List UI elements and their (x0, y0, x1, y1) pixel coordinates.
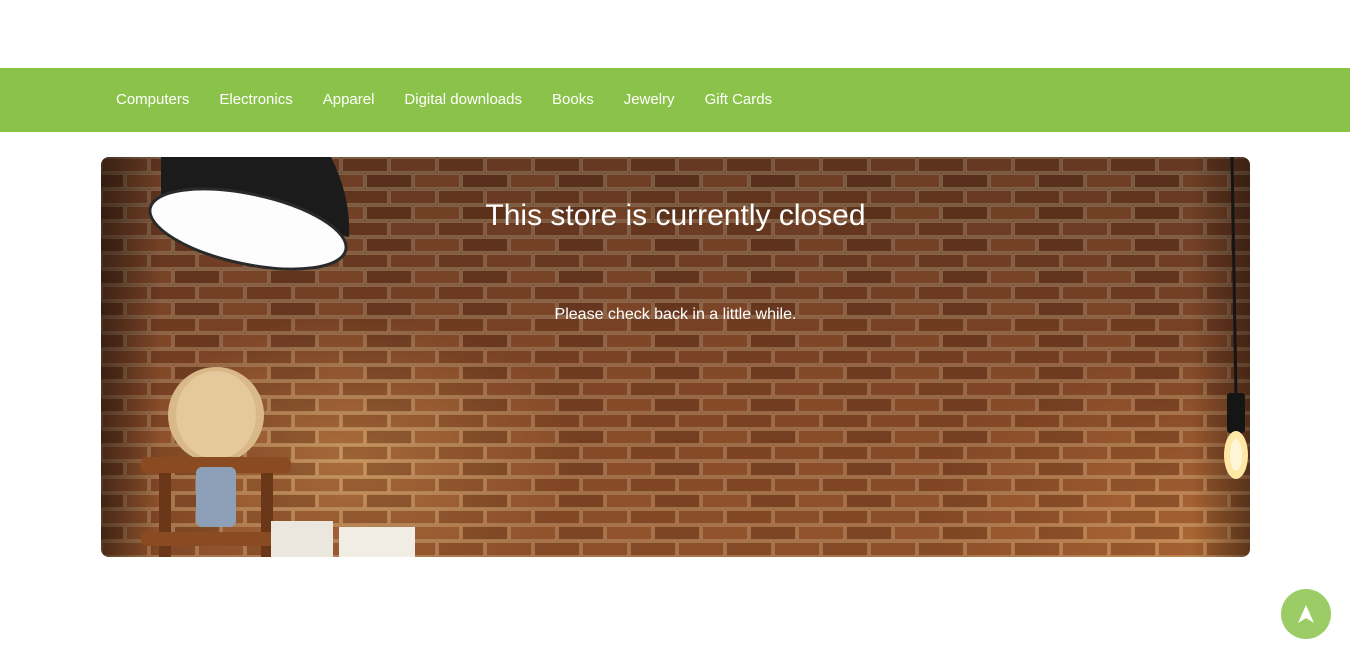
menu-item-digital-downloads: Digital downloads (389, 68, 537, 132)
menu-item-computers: Computers (101, 68, 204, 132)
menu-item-gift-cards: Gift Cards (690, 68, 788, 132)
menu-link-apparel[interactable]: Apparel (308, 68, 390, 132)
arrow-up-icon (1298, 605, 1314, 623)
menu-link-gift-cards[interactable]: Gift Cards (690, 68, 788, 132)
store-closed-title: This store is currently closed (485, 199, 866, 232)
menu-item-books: Books (537, 68, 609, 132)
menu-link-computers[interactable]: Computers (101, 68, 204, 132)
paper-boxes-image (271, 521, 415, 557)
coffee-stand-image (141, 367, 291, 557)
menu-link-digital-downloads[interactable]: Digital downloads (389, 68, 537, 132)
menu-link-electronics[interactable]: Electronics (204, 68, 307, 132)
menu-link-jewelry[interactable]: Jewelry (609, 68, 690, 132)
top-menu-list: Computers Electronics Apparel Digital do… (0, 68, 787, 132)
header-area (0, 0, 1350, 68)
menu-item-electronics: Electronics (204, 68, 307, 132)
store-closed-message: Please check back in a little while. (554, 306, 797, 323)
top-menu: Computers Electronics Apparel Digital do… (0, 68, 1350, 132)
menu-item-apparel: Apparel (308, 68, 390, 132)
menu-item-jewelry: Jewelry (609, 68, 690, 132)
scroll-to-top-button[interactable] (1281, 589, 1331, 639)
store-closed-banner: This store is currently closed Please ch… (101, 157, 1250, 557)
menu-link-books[interactable]: Books (537, 68, 609, 132)
